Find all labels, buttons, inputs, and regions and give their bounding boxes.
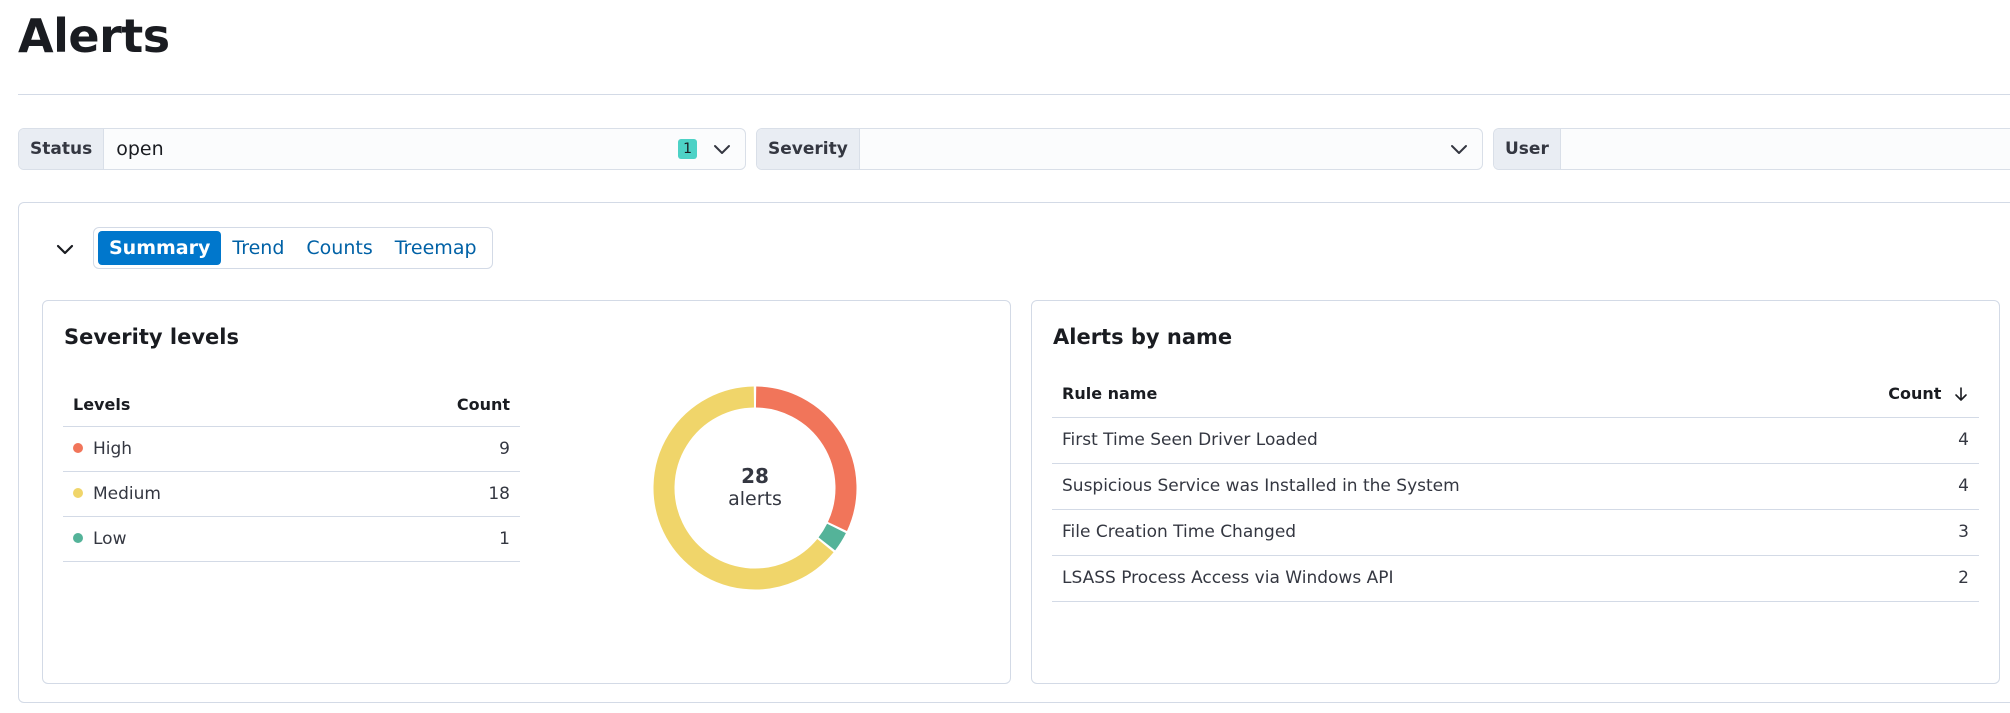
table-row: High 9 (63, 426, 520, 472)
donut-unit: alerts (728, 488, 782, 510)
rule-count: 4 (1798, 463, 1979, 510)
page-title: Alerts (18, 9, 170, 63)
level-label: Medium (93, 483, 161, 504)
low-severity-dot (73, 532, 83, 543)
rule-count: 2 (1798, 555, 1979, 602)
donut-center-label: 28 alerts (653, 386, 857, 590)
rule-count: 3 (1798, 509, 1979, 556)
column-header-count: Count (1888, 384, 1942, 404)
table-row: Medium 18 (63, 471, 520, 517)
donut-total: 28 (741, 464, 769, 488)
chevron-down-icon (56, 244, 74, 255)
rule-name: First Time Seen Driver Loaded (1052, 417, 1799, 464)
column-header-levels: Levels (63, 383, 336, 427)
status-filter-label: Status (19, 129, 105, 169)
title-divider (18, 94, 2010, 95)
rule-name: LSASS Process Access via Windows API (1052, 555, 1799, 602)
rule-name: Suspicious Service was Installed in the … (1052, 463, 1799, 510)
column-header-count-sortable[interactable]: Count (1798, 371, 1979, 418)
tab-counts[interactable]: Counts (295, 231, 383, 265)
alerts-by-name-card: Alerts by name Rule name Count First Tim… (1031, 300, 2000, 684)
severity-levels-title: Severity levels (64, 325, 239, 349)
table-row: Suspicious Service was Installed in the … (1052, 463, 1979, 510)
table-row: LSASS Process Access via Windows API 2 (1052, 555, 1979, 602)
alerts-summary-panel: Summary Trend Counts Treemap Severity le… (18, 202, 2010, 703)
severity-donut-chart: 28 alerts (653, 386, 857, 590)
level-label: High (93, 438, 133, 459)
alerts-by-name-title: Alerts by name (1053, 325, 1233, 349)
collapse-toggle-button[interactable] (49, 233, 81, 265)
rule-name: File Creation Time Changed (1052, 509, 1799, 556)
table-row: Low 1 (63, 516, 520, 562)
high-severity-dot (73, 442, 83, 453)
column-header-count: Count (335, 383, 520, 427)
view-tabs: Summary Trend Counts Treemap (93, 227, 493, 269)
chevron-down-icon[interactable] (1448, 138, 1470, 160)
alerts-by-name-table: Rule name Count First Time Seen Driver L… (1052, 371, 1979, 602)
rule-count: 4 (1798, 417, 1979, 464)
medium-severity-dot (73, 487, 83, 498)
severity-filter-label: Severity (757, 129, 860, 169)
chevron-down-icon[interactable] (711, 138, 733, 160)
level-count: 1 (335, 516, 520, 562)
severity-filter[interactable]: Severity (756, 128, 1483, 170)
level-label: Low (93, 528, 127, 549)
user-filter[interactable]: User (1493, 128, 2010, 170)
user-filter-label: User (1494, 129, 1561, 169)
user-filter-value[interactable] (1561, 129, 2010, 169)
tab-trend[interactable]: Trend (221, 231, 295, 265)
status-filter[interactable]: Status open 1 (18, 128, 746, 170)
column-header-rule-name[interactable]: Rule name (1052, 371, 1799, 418)
arrow-down-icon (1955, 387, 1967, 402)
tab-summary[interactable]: Summary (98, 231, 222, 265)
severity-levels-card: Severity levels Levels Count High 9 Medi… (42, 300, 1011, 684)
severity-filter-value[interactable] (860, 129, 1448, 169)
level-count: 18 (335, 471, 520, 517)
status-filter-value[interactable]: open (104, 129, 678, 169)
table-row: File Creation Time Changed 3 (1052, 509, 1979, 556)
severity-levels-table: Levels Count High 9 Medium 18 Low 1 (63, 383, 520, 562)
status-filter-count-badge: 1 (678, 139, 697, 159)
table-row: First Time Seen Driver Loaded 4 (1052, 417, 1979, 464)
tab-treemap[interactable]: Treemap (384, 231, 488, 265)
level-count: 9 (335, 426, 520, 472)
